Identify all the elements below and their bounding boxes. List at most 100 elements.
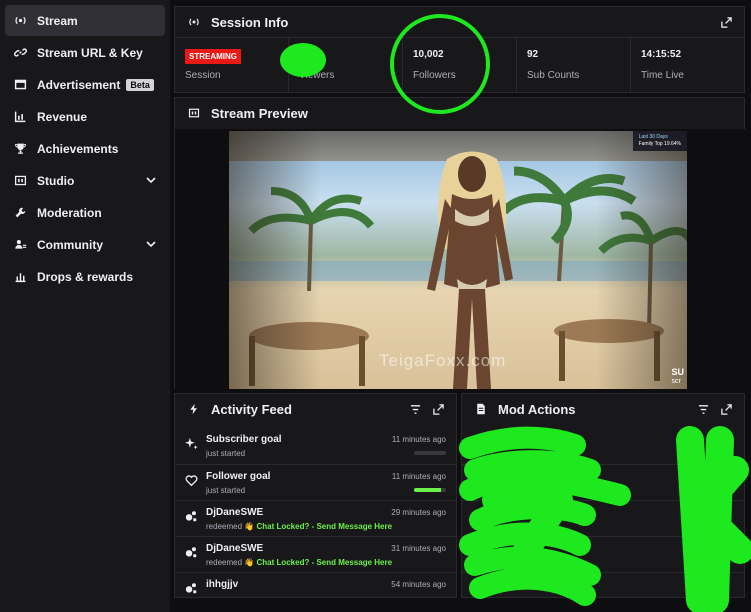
gift-icon [13, 270, 27, 284]
mod-action-row[interactable] [462, 500, 744, 536]
goal-progress-bar [414, 451, 446, 455]
mod-actions-panel: Mod Actions timed out [461, 393, 745, 598]
video-corner-text: SU scr [671, 367, 684, 385]
activity-feed-header: Activity Feed [175, 394, 456, 424]
sidebar-item-studio[interactable]: Studio [5, 165, 165, 196]
broadcast-icon [13, 14, 27, 28]
sidebar-item-label: Achievements [37, 141, 119, 156]
film-icon [187, 106, 201, 120]
leaderboard-overlay: Last 30 Days Family Top 19.64% [632, 131, 687, 151]
stream-preview-header: Stream Preview [175, 98, 744, 128]
popout-icon[interactable] [721, 16, 732, 28]
session-info-panel: Session Info STREAMING Session Viewers 1… [174, 6, 745, 93]
stat-label: Sub Counts [527, 70, 580, 81]
sidebar-item-community[interactable]: Community [5, 229, 165, 260]
reward-name: 👋 Chat Locked? - Send Message Here [244, 522, 393, 531]
mod-action-row[interactable] [462, 572, 744, 597]
sidebar-item-label: Drops & rewards [37, 269, 134, 284]
mod-action-row[interactable] [462, 428, 744, 464]
panel-title: Activity Feed [211, 401, 292, 417]
activity-time: 11 minutes ago [391, 472, 446, 481]
sidebar: Stream Stream URL & Key Advertisement Be… [0, 0, 170, 612]
sidebar-item-label: Moderation [37, 205, 102, 220]
window-icon [13, 78, 27, 92]
sidebar-item-label: Stream [37, 13, 78, 28]
stat-value: 10,002 [413, 49, 444, 60]
activity-time: 31 minutes ago [391, 544, 446, 553]
panel-title: Session Info [211, 14, 289, 30]
activity-subtitle: just started [206, 449, 246, 458]
video-player[interactable]: Last 30 Days Family Top 19.64% TeigaFoxx… [229, 131, 687, 389]
bar-chart-icon [13, 110, 27, 124]
stat-value: 14:15:52 [641, 49, 682, 60]
stat-viewers: Viewers [289, 38, 403, 93]
heart-icon [185, 475, 198, 487]
stream-preview-panel: Stream Preview Last 30 Days Family Top 1… [174, 97, 746, 389]
stat-sub-counts: 92 Sub Counts [517, 38, 631, 93]
session-info-header: Session Info [175, 7, 744, 37]
filter-icon[interactable] [698, 404, 709, 415]
session-stats: STREAMING Session Viewers 10,002 Followe… [175, 37, 744, 93]
sidebar-item-moderation[interactable]: Moderation [5, 197, 165, 228]
activity-item-redemption[interactable]: DjDaneSWE redeemed 👋 Chat Locked? - Send… [175, 500, 456, 536]
sidebar-item-stream-url[interactable]: Stream URL & Key [5, 37, 165, 68]
stat-session: STREAMING Session [175, 38, 289, 93]
activity-subtitle: just started [206, 486, 246, 495]
preview-body: Last 30 Days Family Top 19.64% TeigaFoxx… [175, 129, 746, 389]
stat-label: Time Live [641, 70, 684, 81]
mod-action-row[interactable] [462, 536, 744, 572]
popout-icon[interactable] [721, 403, 732, 415]
activity-item-subscriber-goal[interactable]: Subscriber goal just started 11 minutes … [175, 428, 456, 464]
people-icon [13, 238, 27, 252]
panel-title: Stream Preview [211, 105, 308, 121]
stat-followers: 10,002 Followers [403, 38, 517, 93]
stat-time-live: 14:15:52 Time Live [631, 38, 744, 93]
sidebar-item-achievements[interactable]: Achievements [5, 133, 165, 164]
chevron-down-icon[interactable] [145, 238, 157, 250]
wrench-icon [13, 206, 27, 220]
activity-time: 11 minutes ago [391, 435, 446, 444]
activity-time: 54 minutes ago [391, 580, 446, 589]
goal-progress-bar [414, 488, 446, 492]
points-icon [185, 547, 197, 558]
sidebar-item-stream[interactable]: Stream [5, 5, 165, 36]
popout-icon[interactable] [433, 403, 444, 415]
film-icon [13, 174, 27, 188]
chevron-down-icon[interactable] [145, 174, 157, 186]
broadcast-icon [187, 15, 201, 29]
sidebar-item-label: Stream URL & Key [37, 45, 143, 60]
activity-subtitle: redeemed 👋 Chat Locked? - Send Message H… [206, 558, 393, 567]
status-badge: STREAMING [185, 49, 241, 64]
document-icon [474, 402, 488, 416]
sidebar-item-drops[interactable]: Drops & rewards [5, 261, 165, 292]
stat-label: Viewers [299, 70, 335, 81]
activity-subtitle: redeemed 👋 Chat Locked? - Send Message H… [206, 522, 393, 531]
reward-name: 👋 Chat Locked? - Send Message Here [244, 558, 393, 567]
stat-value [299, 49, 392, 63]
activity-time: 29 minutes ago [391, 508, 446, 517]
activity-feed-panel: Activity Feed Subscriber goal just start… [174, 393, 457, 598]
filter-icon[interactable] [410, 404, 421, 415]
activity-item-redemption[interactable]: ihhgjjv 54 minutes ago [175, 572, 456, 597]
mod-actions-list: timed out [462, 424, 744, 597]
activity-item-redemption[interactable]: DjDaneSWE redeemed 👋 Chat Locked? - Send… [175, 536, 456, 572]
mod-action-row[interactable]: timed out [462, 464, 744, 500]
activity-item-follower-goal[interactable]: Follower goal just started 11 minutes ag… [175, 464, 456, 500]
pin-icon [473, 436, 482, 447]
points-icon [185, 511, 197, 522]
stat-label: Session [185, 70, 221, 81]
sidebar-item-advertisement[interactable]: Advertisement Beta [5, 69, 165, 100]
sidebar-item-label: Advertisement [37, 77, 121, 92]
points-icon [185, 583, 197, 594]
stat-value: 92 [527, 49, 539, 60]
lightning-icon [187, 402, 201, 416]
mod-actions-header: Mod Actions [462, 394, 744, 424]
activity-list: Subscriber goal just started 11 minutes … [175, 424, 456, 597]
beta-badge: Beta [126, 78, 154, 91]
sidebar-item-label: Revenue [37, 109, 88, 124]
sparkle-icon [185, 437, 198, 450]
sidebar-item-revenue[interactable]: Revenue [5, 101, 165, 132]
trophy-icon [13, 142, 27, 156]
sidebar-item-label: Community [37, 237, 103, 252]
sidebar-item-label: Studio [37, 173, 75, 188]
